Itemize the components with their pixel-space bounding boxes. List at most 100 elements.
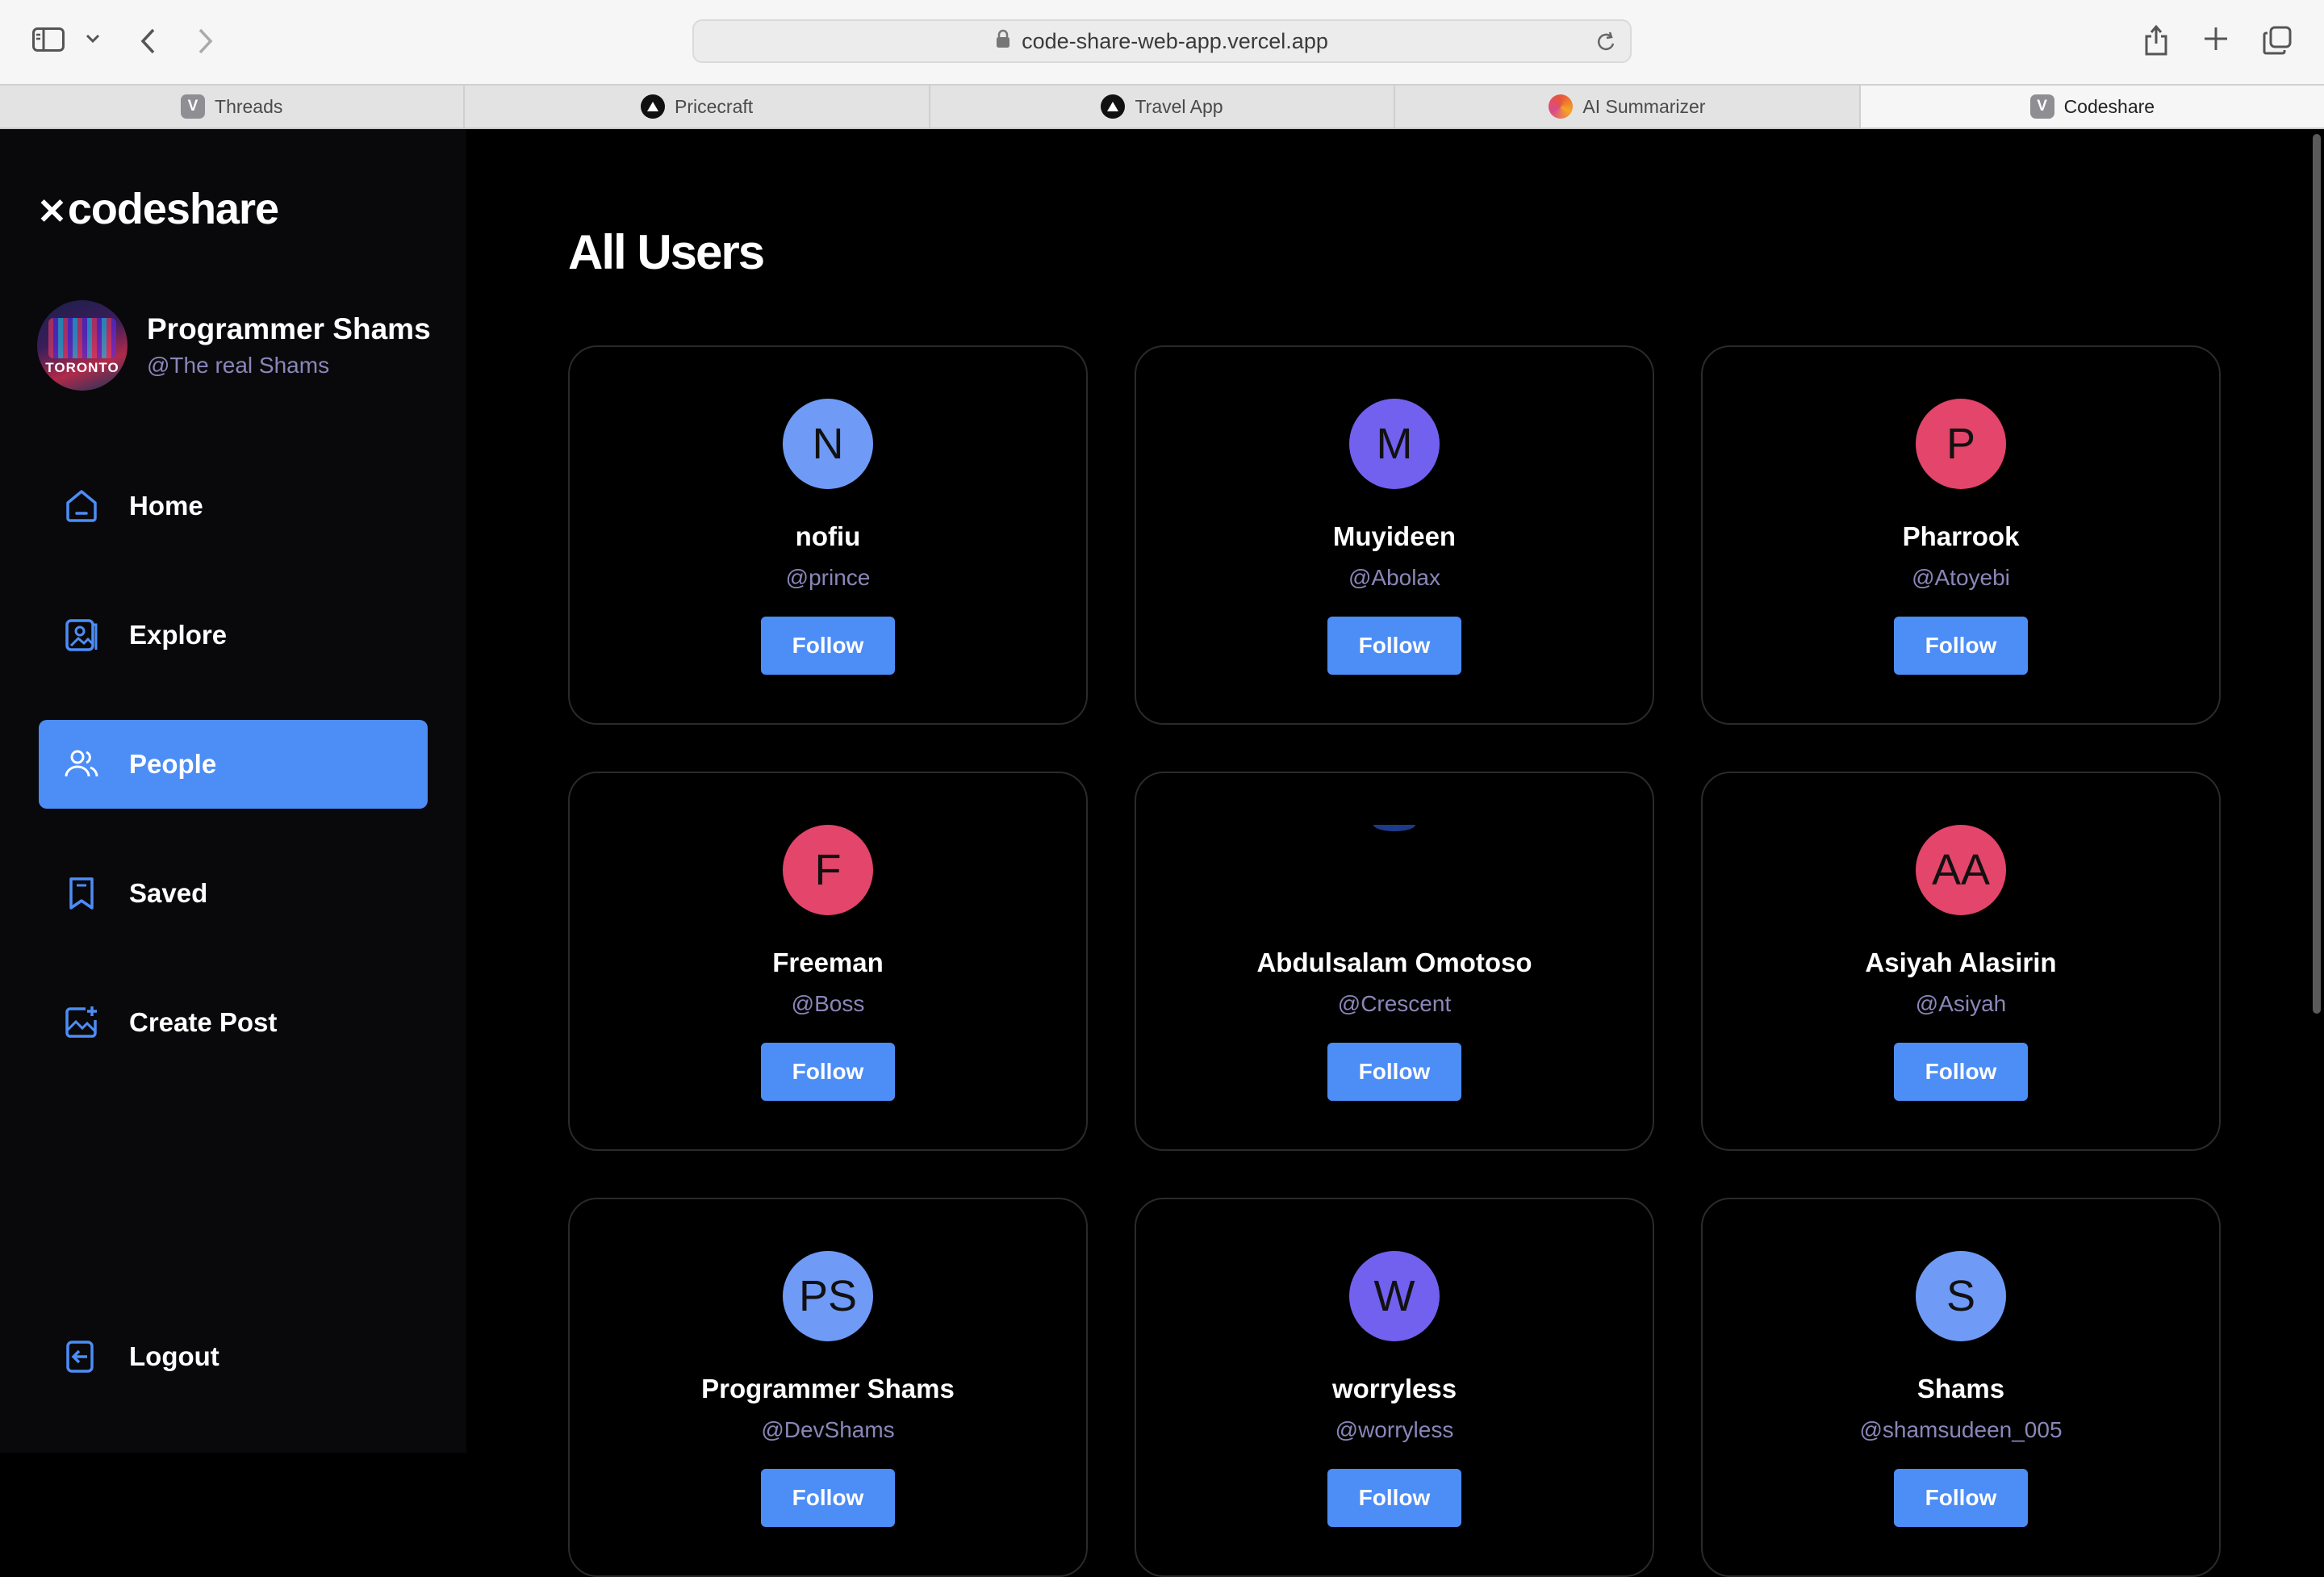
user-handle: @Asiyah (1915, 991, 2007, 1016)
ai-summarizer-favicon-icon (1549, 94, 1574, 119)
create-post-icon (65, 1006, 97, 1038)
tab-travel-app[interactable]: Travel App (930, 86, 1396, 128)
follow-button[interactable]: Follow (1894, 617, 2028, 675)
user-handle: @Crescent (1337, 991, 1452, 1016)
user-name: worryless (1331, 1374, 1457, 1403)
back-icon[interactable] (139, 27, 157, 55)
user-name: Pharrook (1902, 521, 2020, 551)
explore-icon (65, 619, 98, 651)
logout-label: Logout (129, 1341, 219, 1371)
logo-text: codeshare (67, 185, 279, 233)
sidebar-toggle-icon[interactable] (32, 27, 65, 52)
profile-name: Programmer Shams (147, 312, 431, 345)
page-scrollbar[interactable] (2313, 134, 2321, 1014)
tab-pricecraft[interactable]: Pricecraft (465, 86, 930, 128)
user-handle: @prince (785, 565, 871, 590)
user-card[interactable]: N nofiu @prince Follow (568, 345, 1088, 725)
tab-label: Travel App (1135, 95, 1223, 117)
user-card[interactable]: AA Asiyah Alasirin @Asiyah Follow (1701, 772, 2221, 1151)
triangle-favicon-icon (641, 94, 666, 119)
follow-button[interactable]: Follow (1327, 1469, 1461, 1527)
user-handle: @Boss (791, 991, 865, 1016)
user-name: Programmer Shams (701, 1374, 955, 1403)
new-tab-icon[interactable] (2203, 26, 2229, 52)
avatar[interactable]: F (783, 825, 873, 915)
threads-favicon-icon: V (181, 94, 206, 119)
avatar[interactable]: AA (1916, 825, 2006, 915)
logout-icon (66, 1341, 94, 1373)
user-handle: @Atoyebi (1912, 565, 2010, 590)
avatar-caption: TORONTO (45, 360, 119, 375)
home-icon (66, 490, 97, 522)
share-icon[interactable] (2143, 24, 2169, 56)
nav-label: Home (129, 491, 203, 521)
tab-threads[interactable]: V Threads (0, 86, 466, 128)
user-name: Abdulsalam Omotoso (1256, 947, 1532, 977)
user-handle: @Abolax (1348, 565, 1441, 590)
bookmark-icon (69, 877, 94, 910)
tab-overview-icon[interactable] (2263, 26, 2292, 55)
follow-button[interactable]: Follow (761, 1469, 895, 1527)
people-icon (65, 750, 98, 777)
logo-mark-icon: ✕ (37, 191, 67, 232)
avatar[interactable]: S (1916, 1251, 2006, 1341)
avatar-photo-light (48, 318, 116, 358)
follow-button[interactable]: Follow (1894, 1043, 2028, 1101)
avatar[interactable]: W (1349, 1251, 1440, 1341)
follow-button[interactable]: Follow (1894, 1469, 2028, 1527)
codeshare-favicon-icon: V (2029, 94, 2054, 119)
tab-label: AI Summarizer (1582, 95, 1706, 117)
profile-handle: @The real Shams (147, 353, 330, 378)
tab-ai-summarizer[interactable]: AI Summarizer (1395, 86, 1861, 128)
address-bar[interactable]: code-share-web-app.vercel.app (692, 19, 1632, 63)
tab-bar: V Threads Pricecraft Travel App AI Summa… (0, 84, 2324, 129)
user-handle: @worryless (1335, 1417, 1454, 1442)
tab-label: Threads (215, 95, 283, 117)
user-handle: @shamsudeen_005 (1859, 1417, 2063, 1442)
avatar[interactable]: N (783, 399, 873, 489)
nav-label: Explore (129, 620, 228, 650)
url-text: code-share-web-app.vercel.app (1022, 28, 1328, 53)
user-card[interactable]: W worryless @worryless Follow (1135, 1198, 1654, 1577)
users-grid: N nofiu @prince Follow M Muyideen @Abola… (568, 345, 2224, 1577)
user-card[interactable]: F Freeman @Boss Follow (568, 772, 1088, 1151)
sidebar-item-explore[interactable]: Explore (39, 591, 428, 680)
follow-button[interactable]: Follow (761, 617, 895, 675)
avatar[interactable]: TORONTO (37, 300, 127, 391)
sidebar-item-saved[interactable]: Saved (39, 849, 428, 938)
avatar[interactable]: P (1916, 399, 2006, 489)
reload-icon[interactable] (1596, 31, 1617, 59)
logout-button[interactable]: Logout (39, 1312, 428, 1401)
avatar[interactable] (1349, 825, 1440, 915)
nav-label: Saved (129, 878, 208, 908)
forward-icon[interactable] (197, 27, 215, 55)
sidebar-item-home[interactable]: Home (39, 462, 428, 550)
sidebar: ✕ codeshare TORONTO Programmer Shams @Th… (0, 129, 466, 1453)
user-handle: @DevShams (761, 1417, 895, 1442)
user-card[interactable]: P Pharrook @Atoyebi Follow (1701, 345, 2221, 725)
avatar[interactable]: PS (783, 1251, 873, 1341)
lock-icon (996, 29, 1010, 54)
user-card[interactable]: S Shams @shamsudeen_005 Follow (1701, 1198, 2221, 1577)
user-card[interactable]: Abdulsalam Omotoso @Crescent Follow (1135, 772, 1654, 1151)
sidebar-item-create-post[interactable]: Create Post (39, 978, 428, 1067)
follow-button[interactable]: Follow (761, 1043, 895, 1101)
user-name: Freeman (772, 947, 884, 977)
triangle-favicon-icon (1101, 94, 1126, 119)
user-name: Muyideen (1332, 521, 1457, 551)
nav-label: Create Post (129, 1007, 278, 1037)
browser-toolbar: code-share-web-app.vercel.app (0, 0, 2324, 84)
app-logo[interactable]: ✕ codeshare (37, 184, 279, 234)
chevron-down-icon[interactable] (86, 34, 100, 44)
follow-button[interactable]: Follow (1327, 1043, 1461, 1101)
profile-summary[interactable]: TORONTO Programmer Shams @The real Shams (37, 300, 431, 391)
tab-codeshare[interactable]: V Codeshare (1860, 86, 2324, 128)
main-content: All Users N nofiu @prince Follow M Muyid… (466, 129, 2324, 1577)
tab-label: Codeshare (2063, 95, 2155, 117)
user-card[interactable]: M Muyideen @Abolax Follow (1135, 345, 1654, 725)
follow-button[interactable]: Follow (1327, 617, 1461, 675)
sidebar-item-people[interactable]: People (39, 720, 428, 809)
user-card[interactable]: PS Programmer Shams @DevShams Follow (568, 1198, 1088, 1577)
avatar[interactable]: M (1349, 399, 1440, 489)
nav-label: People (129, 749, 217, 779)
